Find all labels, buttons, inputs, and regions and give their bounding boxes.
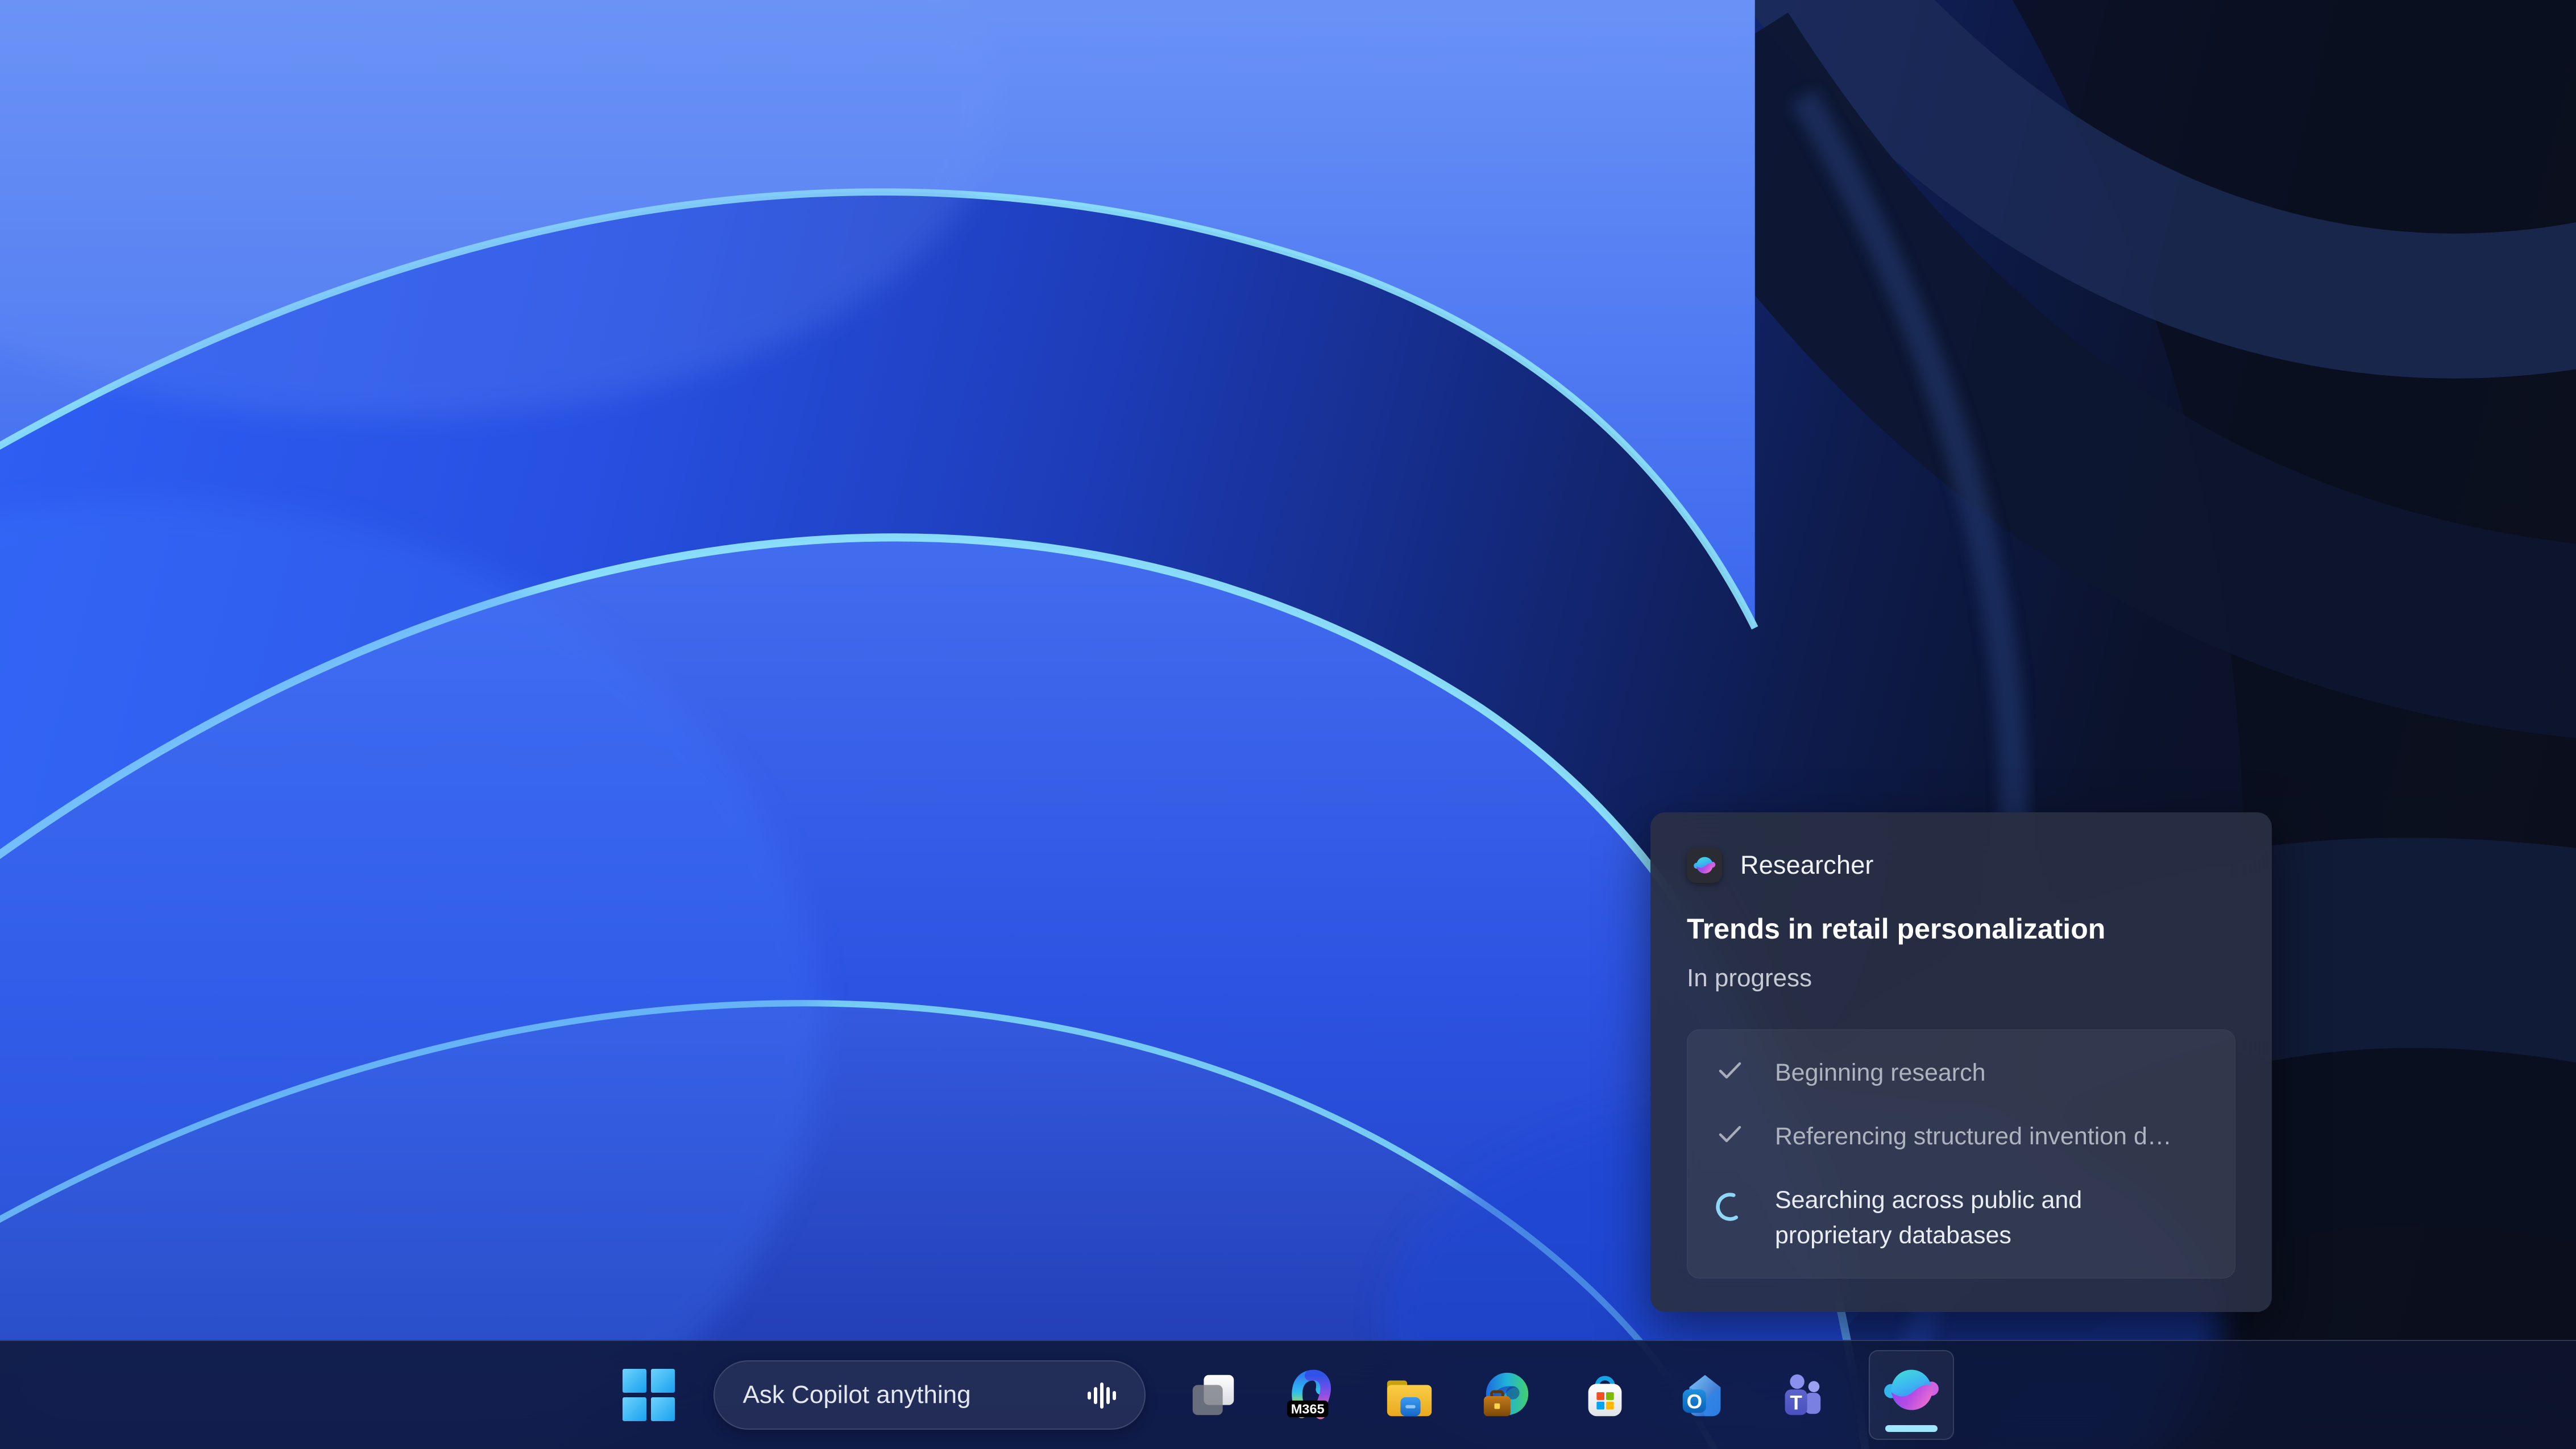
microsoft-store-icon: [1578, 1368, 1632, 1422]
search-placeholder: Ask Copilot anything: [743, 1381, 971, 1409]
active-app-indicator: [1885, 1425, 1938, 1432]
step-row: Searching across public and proprietary …: [1715, 1182, 2208, 1253]
teams-icon: T: [1774, 1368, 1827, 1422]
taskbar-edge[interactable]: [1478, 1350, 1537, 1440]
m365-copilot-icon: M365: [1285, 1368, 1338, 1422]
researcher-app-icon: [1687, 848, 1722, 883]
taskbar-microsoft-store[interactable]: [1575, 1350, 1635, 1440]
card-title: Trends in retail personalization: [1687, 911, 2235, 946]
taskbar-file-explorer[interactable]: [1380, 1350, 1439, 1440]
step-row: Referencing structured invention d…: [1715, 1119, 2208, 1154]
step-row: Beginning research: [1715, 1055, 2208, 1090]
taskbar-researcher-active[interactable]: [1869, 1350, 1954, 1440]
outlook-icon: O: [1676, 1368, 1729, 1422]
edge-icon: [1480, 1368, 1534, 1422]
step-label: Referencing structured invention d…: [1775, 1119, 2172, 1154]
m365-badge-label: M365: [1291, 1401, 1324, 1416]
check-icon: [1715, 1060, 1745, 1081]
card-app-name: Researcher: [1740, 850, 1874, 880]
copilot-search-box[interactable]: Ask Copilot anything: [714, 1360, 1146, 1430]
toast-header: Researcher: [1687, 848, 2235, 883]
windows-logo-icon: [623, 1369, 675, 1421]
researcher-swirl-icon: [1883, 1361, 1940, 1418]
taskbar-m365-copilot[interactable]: M365: [1282, 1350, 1341, 1440]
task-view-icon: [1187, 1368, 1241, 1422]
voice-waveform-icon[interactable]: [1083, 1377, 1119, 1413]
outlook-letter: O: [1686, 1391, 1702, 1413]
taskbar-task-view[interactable]: [1184, 1350, 1243, 1440]
taskbar-teams[interactable]: T: [1771, 1350, 1830, 1440]
file-explorer-icon: [1383, 1368, 1436, 1422]
spinner-icon: [1715, 1190, 1745, 1223]
step-label: Searching across public and proprietary …: [1775, 1182, 2139, 1253]
taskbar-outlook[interactable]: O: [1673, 1350, 1732, 1440]
start-button[interactable]: [623, 1369, 675, 1421]
card-status: In progress: [1687, 962, 2235, 994]
teams-letter: T: [1790, 1392, 1802, 1414]
taskbar: Ask Copilot anything M365: [0, 1340, 2576, 1449]
step-label: Beginning research: [1775, 1055, 1986, 1090]
desktop: Researcher Trends in retail personalizat…: [0, 0, 2576, 1449]
researcher-swirl-icon: [1693, 853, 1716, 877]
researcher-toast-card[interactable]: Researcher Trends in retail personalizat…: [1650, 812, 2272, 1312]
check-icon: [1715, 1123, 1745, 1145]
steps-panel: Beginning research Referencing structure…: [1687, 1029, 2235, 1278]
